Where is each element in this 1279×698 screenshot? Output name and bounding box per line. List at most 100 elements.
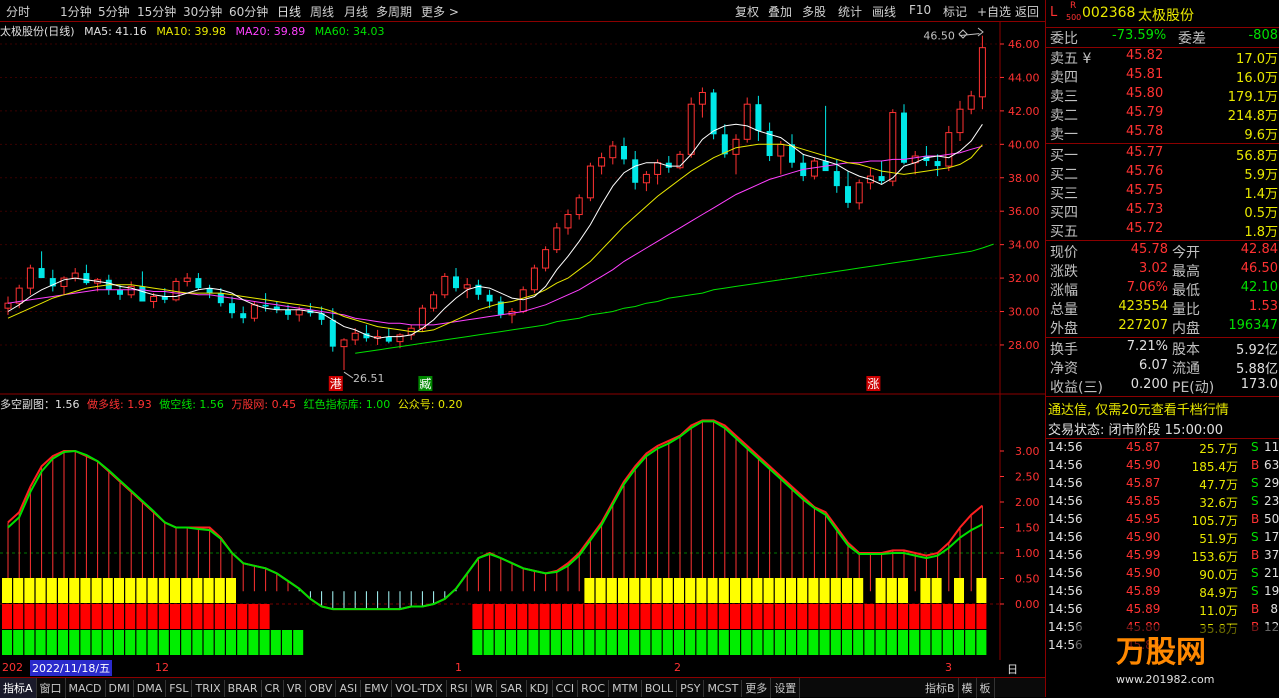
toolbar-action-2[interactable]: 多股 [802,3,826,20]
toolbar-action-0[interactable]: 复权 [735,3,759,20]
toolbar-period-10[interactable]: 更多 > [421,3,459,20]
toolbar-period-5[interactable]: 60分钟 [229,3,268,20]
ma60-line [355,243,994,354]
sub-bar-green [741,630,752,655]
indicator-tab-sar[interactable]: SAR [497,680,527,697]
stat2-value-a: 0.200 [1130,377,1168,392]
sub-bar-green [763,630,774,655]
toolbar-period-8[interactable]: 月线 [344,3,368,20]
toolbar-period-2[interactable]: 5分钟 [98,3,130,20]
ask-price: 45.78 [1126,124,1164,139]
indicator-tab-vol-tdx[interactable]: VOL-TDX [392,680,447,697]
sub-bar-green [640,630,651,655]
candle-body-up [889,112,897,182]
tick-price: 45.90 [1126,458,1161,472]
tab-right-1[interactable]: 模 [959,678,977,698]
indicator-tab-rsi[interactable]: RSI [447,680,472,697]
toolbar-period-6[interactable]: 日线 [277,3,301,20]
sub-bar-yellow [35,578,46,603]
sub-bar-yellow [158,578,169,603]
indicator-tab-mtm[interactable]: MTM [609,680,642,697]
toolbar-action-5[interactable]: F10 [909,3,931,17]
indicator-tab-设置[interactable]: 设置 [771,678,801,698]
stat-value-b: 42.10 [1240,280,1278,295]
indicator-tab-obv[interactable]: OBV [306,680,337,697]
toolbar-action-3[interactable]: 统计 [838,3,862,20]
candlestick-chart[interactable]: 46.00 44.00 42.00 40.00 38.00 36.00 34.00 32.00… [0,22,1045,395]
sub-bar-red [114,604,124,629]
sub-bar-red [662,604,673,629]
sub-bar-yellow [80,578,91,603]
ask-label: 卖四 [1050,70,1078,86]
tick-side: S [1251,584,1259,598]
sub-bar-green [730,630,740,655]
candle-body-up [609,145,617,159]
indicator-tab-wr[interactable]: WR [472,680,498,697]
candle-body-up [956,108,964,134]
indicator-tab-asi[interactable]: ASI [336,680,362,697]
indicator-tab-kdj[interactable]: KDJ [527,680,553,697]
candle-body-up [642,173,650,184]
sub-bar-yellow [741,578,752,603]
sub-bar-yellow [69,578,80,603]
stat2-label-a: 净资 [1050,361,1078,377]
sub-bar-yellow [685,578,696,603]
sub-bar-green [707,630,718,655]
toolbar-period-3[interactable]: 15分钟 [137,3,176,20]
indicator-tab-cr[interactable]: CR [262,680,284,697]
indicator-tab-更多[interactable]: 更多 [742,678,772,698]
indicator-tab-boll[interactable]: BOLL [642,680,678,697]
indicator-tab-窗口[interactable]: 窗口 [37,678,66,698]
candle-body-up [598,157,606,167]
tick-row: 14:56 45.90 90.0万 S 21 [1048,566,1279,584]
indicator-tab-brar[interactable]: BRAR [225,680,262,697]
indicator-tab-trix[interactable]: TRIX [192,680,225,697]
candle-body-up [542,249,550,269]
tick-count: 23 [1264,494,1279,508]
toolbar-period-4[interactable]: 30分钟 [183,3,222,20]
toolbar-period-7[interactable]: 周线 [310,3,334,20]
trade-status: 交易状态: 闭市阶段 15:00:00 [1048,423,1224,438]
candle-body-up [351,332,359,341]
sub-bar-red [629,604,640,629]
candle-body-up [340,339,348,348]
indicator-tab-vr[interactable]: VR [284,680,307,697]
sub-bar-green [752,630,763,655]
indicator-tab-mcst[interactable]: MCST [704,680,743,697]
toolbar-period-1[interactable]: 1分钟 [60,3,92,20]
tick-row: 14:56 45.90 185.4万 B 63 [1048,458,1279,476]
indicator-tab-psy[interactable]: PSY [677,680,705,697]
toolbar-action-8[interactable]: 返回 [1015,3,1039,20]
indicator-tab-emv[interactable]: EMV [361,680,393,697]
toolbar-period-0[interactable]: 分时 [6,3,30,20]
sub-bar-green [797,630,808,655]
price-tick-label: 28.00 [1008,339,1040,352]
promo-link[interactable]: 通达信, 仅需20元查看千档行情 [1048,399,1278,418]
toolbar-action-4[interactable]: 画线 [872,3,896,20]
stock-name: 太极股份 [1138,8,1194,24]
toolbar-action-1[interactable]: 叠加 [768,3,792,20]
sub-bar-green [528,630,539,655]
toolbar-period-9[interactable]: 多周期 [376,3,412,20]
stat-row-3: 总量 423554 量比 1.53 [1048,299,1278,318]
sub-bar-green [842,630,852,655]
indicator-chart[interactable]: 3.00 2.50 2.00 1.50 1.00 0.50 0.00 [0,395,1045,660]
sub-bar-yellow [595,578,606,603]
toolbar-action-6[interactable]: 标记 [943,3,967,20]
tab-right-2[interactable]: 板 [977,678,995,698]
price-tick-label: 38.00 [1008,172,1040,185]
candle-body-down [632,159,639,183]
indicator-tab-dma[interactable]: DMA [134,680,167,697]
indicator-tab-指标a[interactable]: 指标A [0,678,37,698]
candle-body-up [4,302,12,309]
indicator-tab-dmi[interactable]: DMI [106,680,134,697]
tick-time: 14:56 [1048,548,1083,562]
indicator-tab-roc[interactable]: ROC [578,680,610,697]
indicator-tab-fsl[interactable]: FSL [166,680,193,697]
indicator-tab-cci[interactable]: CCI [553,680,579,697]
sub-bar-red [46,604,57,629]
indicator-tab-macd[interactable]: MACD [66,680,106,697]
tab-right-0[interactable]: 指标B [922,678,959,698]
sub-bar-yellow [203,578,214,603]
toolbar-action-7[interactable]: +自选 [977,3,1011,20]
